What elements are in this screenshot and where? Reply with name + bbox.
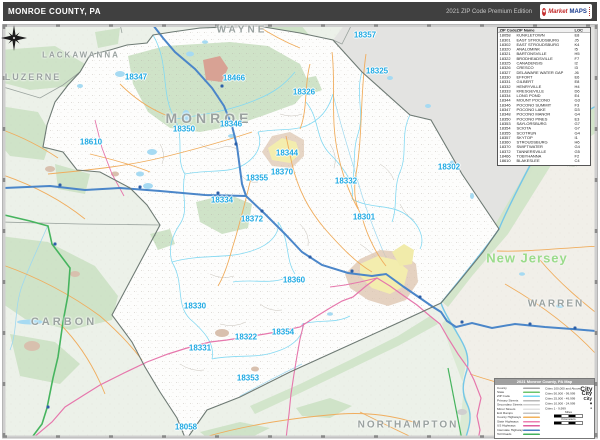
zip-label: 18058 bbox=[174, 422, 198, 432]
legend-item-label: ZIP Code bbox=[497, 394, 511, 399]
zip-label: 18357 bbox=[353, 30, 377, 40]
compass-rose-icon bbox=[1, 25, 27, 51]
zip-label: 18355 bbox=[245, 173, 269, 183]
city-size-sample: ■ bbox=[589, 401, 592, 406]
legend-panel: 2021 Monroe County, PA Map County State bbox=[494, 378, 595, 439]
zip-label: 18346 bbox=[219, 119, 243, 129]
city-legend-label: Cities 100,000 and Above bbox=[545, 386, 581, 391]
county-label: NORTHAMPTON bbox=[357, 419, 459, 431]
zip-loc-cell: C4 bbox=[574, 158, 580, 164]
map-title: MONROE COUNTY, PA bbox=[8, 7, 101, 16]
zip-label: 18610 bbox=[79, 137, 103, 147]
legend-line-swatch bbox=[523, 391, 540, 394]
scale-bar: Miles bbox=[545, 411, 592, 418]
zip-label: 18325 bbox=[365, 66, 389, 76]
zip-index-row: 18610 BLAKESLEE C4 bbox=[498, 159, 590, 164]
legend-item-label: Secondary Streets bbox=[497, 403, 523, 407]
zip-label: 18370 bbox=[270, 167, 294, 177]
map-canvas: WAYNE LACKAWANNA LUZERNE MONROE CARBON NORTHA… bbox=[0, 24, 600, 440]
index-col-name: ZIP Name bbox=[516, 28, 535, 33]
legend-item-label: Toll Roads bbox=[497, 432, 512, 436]
legend-item-label: State Highways bbox=[497, 419, 519, 424]
zip-label: 18353 bbox=[236, 373, 260, 383]
zip-label: 18326 bbox=[292, 87, 316, 97]
city-legend-label: Cities 25,000 - 49,999 bbox=[545, 396, 576, 401]
index-col-loc: LOC bbox=[574, 28, 583, 33]
legend-line-swatch bbox=[523, 412, 540, 415]
city-legend-label: Cities 10,000 - 24,999 bbox=[545, 401, 576, 406]
zip-label: 18354 bbox=[271, 327, 295, 337]
legend-item-label: County bbox=[497, 386, 507, 390]
legend-line-swatch bbox=[523, 416, 540, 419]
zip-label: 18322 bbox=[234, 332, 258, 342]
logo-seal-icon bbox=[588, 7, 590, 16]
zip-label: 18334 bbox=[210, 195, 234, 205]
legend-line-swatch bbox=[523, 395, 540, 398]
zip-label: 18302 bbox=[437, 162, 461, 172]
legend-line-swatch bbox=[523, 429, 540, 431]
legend-item-label: US Highways bbox=[497, 424, 516, 428]
zip-index-panel: ZIP Code ZIP Name LOC 18058 KUNKLETOWN E… bbox=[497, 27, 591, 166]
scale-bar: Kilometers bbox=[545, 418, 592, 425]
zip-label: 18372 bbox=[240, 214, 264, 224]
scale-bar-label: Kilometers bbox=[561, 418, 576, 421]
city-legend-label: Cities 50,000 - 99,999 bbox=[545, 391, 576, 396]
legend-line-swatch bbox=[523, 387, 540, 389]
legend-item-label: Minor Streets bbox=[497, 407, 516, 411]
zip-label: 18301 bbox=[352, 212, 376, 222]
legend-item-label: Interstate Highways bbox=[497, 428, 523, 432]
county-label: WARREN bbox=[527, 298, 585, 310]
zip-label: 18331 bbox=[188, 343, 212, 353]
logo-badge-icon: ✶ bbox=[542, 7, 547, 16]
zip-index-rows: 18058 KUNKLETOWN E8 18301 EAST STROUDSBU… bbox=[498, 33, 590, 163]
legend-line-swatch bbox=[523, 425, 540, 427]
legend-city-items: Cities 100,000 and Above City Cities 50,… bbox=[545, 385, 593, 411]
zip-label: 18360 bbox=[282, 275, 306, 285]
edition-label: 2021 ZIP Code Premium Edition bbox=[446, 8, 532, 15]
legend-item-label: Primary Streets bbox=[497, 398, 519, 403]
zip-name-cell: BLAKESLEE bbox=[516, 158, 540, 164]
county-label: CARBON bbox=[30, 316, 98, 328]
city-size-sample: ● bbox=[590, 407, 592, 410]
logo-caps-text: MAPS bbox=[569, 8, 587, 15]
county-label: LACKAWANNA bbox=[42, 50, 120, 60]
header-bar: MONROE COUNTY, PA 2021 ZIP Code Premium … bbox=[3, 2, 597, 21]
legend-item: Toll Roads bbox=[497, 432, 545, 436]
county-label: WAYNE bbox=[216, 24, 268, 36]
legend-line-swatch bbox=[523, 399, 540, 402]
zip-label: 18466 bbox=[222, 73, 246, 83]
scale-bar-graphic bbox=[554, 421, 583, 425]
legend-line-swatch bbox=[523, 404, 540, 406]
legend-line-swatch bbox=[523, 420, 540, 423]
legend-line-swatch bbox=[523, 408, 540, 410]
map-document: MONROE COUNTY, PA 2021 ZIP Code Premium … bbox=[0, 0, 600, 440]
brand-logo: ✶ Market MAPS bbox=[540, 4, 592, 19]
state-label: New Jersey bbox=[486, 250, 568, 266]
city-size-sample: City bbox=[583, 396, 592, 401]
legend-item-label: County Highways bbox=[497, 415, 522, 420]
legend-item-label: State bbox=[497, 390, 505, 395]
zip-label: 18347 bbox=[124, 72, 148, 82]
legend-line-swatch bbox=[523, 433, 540, 435]
city-legend-label: Cities 1 - 9,999 bbox=[545, 406, 566, 411]
zip-label: 18330 bbox=[183, 301, 207, 311]
scale-bar-label: Miles bbox=[564, 411, 572, 414]
zip-label: 18332 bbox=[334, 176, 358, 186]
index-col-zip: ZIP Code bbox=[499, 28, 517, 33]
county-label: LUZERNE bbox=[4, 72, 62, 82]
zip-label: 18344 bbox=[275, 148, 299, 158]
legend-scales: Miles Kilometers bbox=[545, 411, 592, 425]
legend-item-label: Exit Ramps bbox=[497, 411, 513, 416]
logo-script-text: Market bbox=[548, 8, 568, 15]
legend-line-items: County State ZIP Code Primary Streets Se… bbox=[497, 386, 545, 436]
zip-label: 18350 bbox=[172, 124, 196, 134]
zip-code-cell: 18610 bbox=[499, 158, 511, 164]
